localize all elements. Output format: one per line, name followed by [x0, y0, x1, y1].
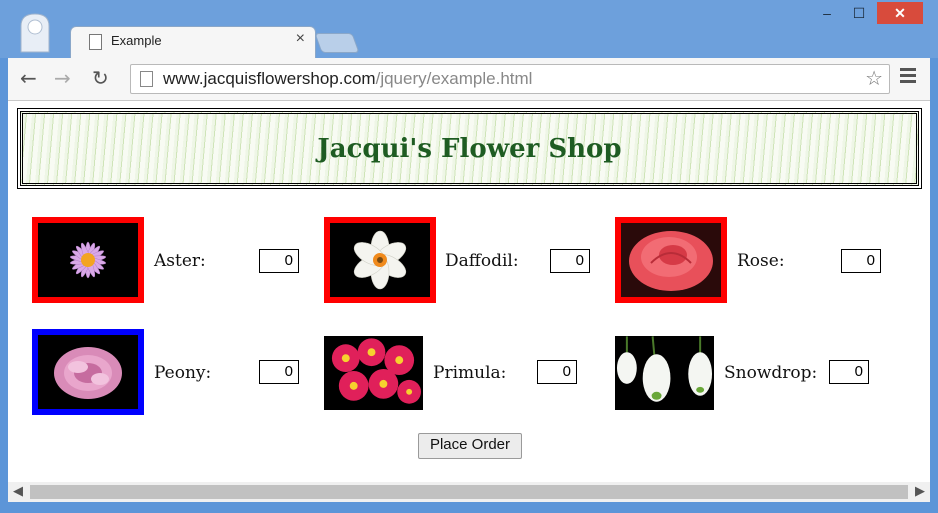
horizontal-scrollbar[interactable]: ◀ ▶: [8, 482, 930, 502]
back-arrow-icon[interactable]: ←: [20, 66, 37, 90]
daffodil-flower-image[interactable]: [324, 217, 436, 303]
title-bar: Example × ‒ ☐ ✕: [0, 0, 938, 59]
primula-quantity-input[interactable]: 0: [537, 360, 577, 384]
snowdrop-quantity-input[interactable]: 0: [829, 360, 869, 384]
aster-quantity-input[interactable]: 0: [259, 249, 299, 273]
scrollbar-thumb[interactable]: [30, 485, 908, 499]
peony-flower-image[interactable]: [32, 329, 144, 415]
url-text[interactable]: www.jacquisflowershop.com/jquery/example…: [163, 69, 532, 89]
aster-flower-image[interactable]: [32, 217, 144, 303]
page-banner: Jacqui's Flower Shop: [17, 108, 922, 189]
rose-quantity-input[interactable]: 0: [841, 249, 881, 273]
browser-tab[interactable]: Example ×: [70, 26, 316, 59]
menu-icon[interactable]: [900, 68, 916, 84]
scroll-right-arrow-icon[interactable]: ▶: [910, 484, 930, 499]
page-icon: [140, 71, 153, 87]
product-label: Rose:: [737, 251, 785, 271]
bookmark-star-icon[interactable]: ☆: [865, 66, 883, 90]
url-host: www.jacquisflowershop.com: [163, 69, 376, 88]
forward-arrow-icon[interactable]: →: [54, 66, 71, 90]
product-label: Aster:: [154, 251, 206, 271]
url-path: /jquery/example.html: [375, 69, 533, 88]
minimize-button[interactable]: ‒: [812, 2, 842, 24]
page-title: Jacqui's Flower Shop: [317, 134, 622, 164]
page-content: Jacqui's Flower Shop Aster: 0 Daffodil: …: [8, 101, 930, 482]
browser-window: Example × ‒ ☐ ✕ ← → ↻ www.jacquisflowers…: [0, 0, 938, 513]
profile-icon[interactable]: [18, 12, 52, 54]
maximize-button[interactable]: ☐: [844, 2, 874, 24]
product-label: Primula:: [433, 363, 507, 383]
primula-flower-image[interactable]: [324, 336, 423, 410]
page-icon: [89, 34, 102, 50]
product-label: Peony:: [154, 363, 212, 383]
browser-toolbar: ← → ↻ www.jacquisflowershop.com/jquery/e…: [8, 58, 930, 101]
peony-quantity-input[interactable]: 0: [259, 360, 299, 384]
tab-close-icon[interactable]: ×: [296, 30, 305, 48]
close-window-button[interactable]: ✕: [877, 2, 923, 24]
address-bar[interactable]: www.jacquisflowershop.com/jquery/example…: [130, 64, 890, 94]
daffodil-quantity-input[interactable]: 0: [550, 249, 590, 273]
scroll-left-arrow-icon[interactable]: ◀: [8, 484, 28, 499]
reload-icon[interactable]: ↻: [92, 66, 109, 90]
product-label: Snowdrop:: [724, 363, 818, 383]
product-label: Daffodil:: [445, 251, 519, 271]
place-order-button[interactable]: Place Order: [418, 433, 522, 459]
tab-title: Example: [111, 33, 162, 48]
snowdrop-flower-image[interactable]: [615, 336, 714, 410]
rose-flower-image[interactable]: [615, 217, 727, 303]
new-tab-button[interactable]: [314, 33, 360, 53]
